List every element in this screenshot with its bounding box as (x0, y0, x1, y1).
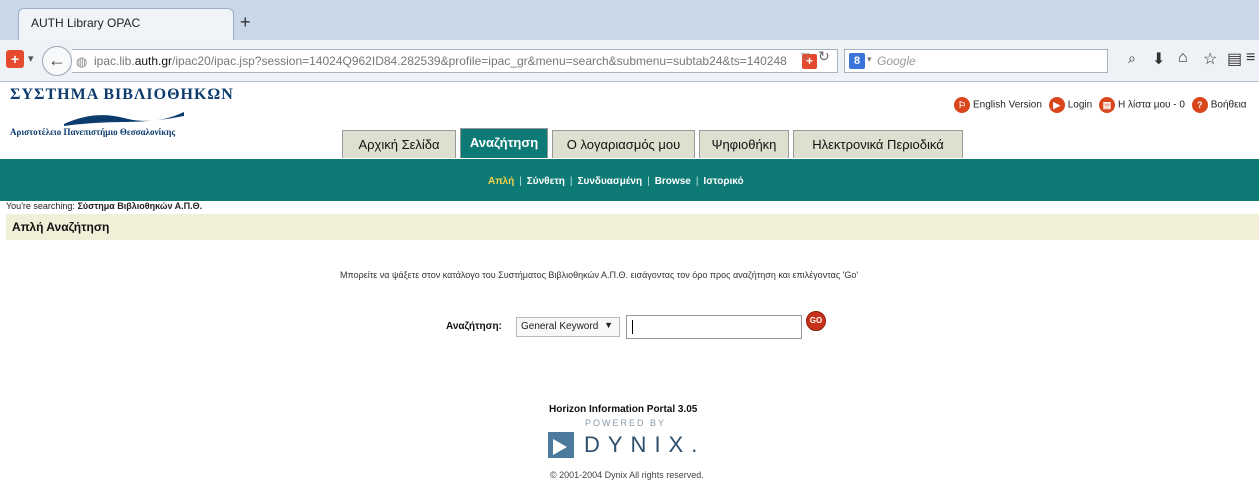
globe-icon: ◍ (76, 54, 88, 69)
my-list-icon[interactable]: ▤ (1098, 97, 1115, 113)
browser-toolbar: + ▾ ← ◍ ipac.lib.auth.gr/ipac20/ipac.jsp… (0, 40, 1259, 82)
searching-indicator: You're searching: Σύστημα Βιβλιοθηκών Α.… (6, 201, 202, 211)
tab-digital-library[interactable]: Ψηφιοθήκη (699, 130, 789, 158)
subnav: Απλή | Σύνθετη | Συνδυασμένη | Browse | Ιστορικό (488, 176, 744, 187)
search-icon[interactable]: ⌕ (1128, 50, 1136, 67)
back-arrow-icon: ← (48, 50, 66, 70)
site-logo-title: ΣΥΣΤΗΜΑ ΒΙΒΛΙΟΘΗΚΩΝ (10, 86, 234, 103)
download-icon[interactable]: ⬇ (1152, 49, 1165, 69)
tab-search[interactable]: Αναζήτηση (460, 128, 548, 158)
powered-by: POWERED BY (585, 418, 667, 428)
reload-icon[interactable]: ↻ (818, 48, 830, 65)
subnav-advanced[interactable]: Σύνθετη (527, 176, 565, 187)
copyright: © 2001-2004 Dynix All rights reserved. (550, 470, 704, 480)
page-title: Απλή Αναζήτηση (6, 214, 1259, 240)
search-intro-text: Μπορείτε να ψάξετε στον κατάλογο του Συσ… (340, 270, 859, 280)
tab-my-account[interactable]: Ο λογαριασμός μου (552, 130, 695, 158)
flag-icon[interactable]: ⚐ (954, 97, 970, 113)
subnav-browse[interactable]: Browse (655, 176, 691, 187)
new-tab-button[interactable]: + (240, 12, 251, 33)
searching-value: Σύστημα Βιβλιοθηκών Α.Π.Θ. (77, 201, 203, 211)
subnav-combined[interactable]: Συνδυασμένη (578, 176, 643, 187)
url-domain: auth.gr (134, 54, 173, 68)
help-icon[interactable]: ? (1191, 97, 1208, 113)
search-engine-dropdown-icon[interactable]: ▾ (867, 54, 872, 65)
addon-dropdown-icon[interactable]: ▾ (28, 52, 34, 65)
bookmarks-list-icon[interactable]: ▤ (1227, 49, 1242, 69)
subnav-simple[interactable]: Απλή (488, 176, 514, 187)
tab-ejournals[interactable]: Ηλεκτρονικά Περιοδικά (793, 130, 963, 158)
browser-tab-title: AUTH Library OPAC (31, 16, 141, 30)
searching-prefix: You're searching: (6, 201, 75, 211)
home-icon[interactable]: ⌂ (1178, 49, 1188, 67)
url-dropdown-icon[interactable]: ▽ (801, 50, 809, 63)
login-link[interactable]: Login (1068, 100, 1092, 111)
search-type-value: General Keyword (521, 321, 599, 332)
addon-icon[interactable]: + (6, 50, 24, 68)
dynix-logo-icon (548, 432, 574, 458)
site-logo-wave-icon (64, 112, 184, 126)
tab-home[interactable]: Αρχική Σελίδα (342, 130, 456, 158)
browser-tab[interactable]: AUTH Library OPAC (18, 8, 234, 40)
search-placeholder: Google (877, 54, 916, 68)
top-links: ⚐ English Version ▶ Login ▤ Η λίστα μου - 0… (950, 97, 1247, 113)
login-arrow-icon[interactable]: ▶ (1048, 97, 1065, 113)
url-domain-prefix: ipac.lib. (94, 54, 135, 68)
site-logo-subtitle: Αριστοτέλειο Πανεπιστήμιο Θεσσαλονίκης (10, 127, 176, 137)
product-name: Horizon Information Portal 3.05 (549, 404, 698, 415)
menu-icon[interactable]: ≡ (1246, 49, 1255, 67)
url-bar[interactable]: ◍ ipac.lib.auth.gr/ipac20/ipac.jsp?sessi… (72, 49, 838, 73)
search-label: Αναζήτηση: (446, 321, 502, 332)
my-list-link[interactable]: Η λίστα μου - 0 (1118, 100, 1185, 111)
english-version-link[interactable]: English Version (973, 100, 1042, 111)
url-path: /ipac20/ipac.jsp?session=14024Q962ID84.2… (172, 54, 787, 68)
dynix-logo: DYNIX. (584, 432, 706, 457)
go-button[interactable]: GO (806, 311, 826, 331)
chevron-down-icon: ▼ (604, 320, 613, 330)
search-type-select[interactable]: General Keyword ▼ (516, 317, 620, 337)
bookmark-star-icon[interactable]: ☆ (1203, 49, 1217, 69)
browser-search-box[interactable]: 8 ▾ Google (844, 49, 1108, 73)
back-button[interactable]: ← (42, 46, 72, 76)
google-icon: 8 (849, 53, 865, 69)
subnav-history[interactable]: Ιστορικό (703, 176, 743, 187)
help-link[interactable]: Βοήθεια (1211, 100, 1247, 111)
browser-tab-strip: AUTH Library OPAC + (0, 0, 1259, 40)
search-input[interactable] (626, 315, 802, 339)
